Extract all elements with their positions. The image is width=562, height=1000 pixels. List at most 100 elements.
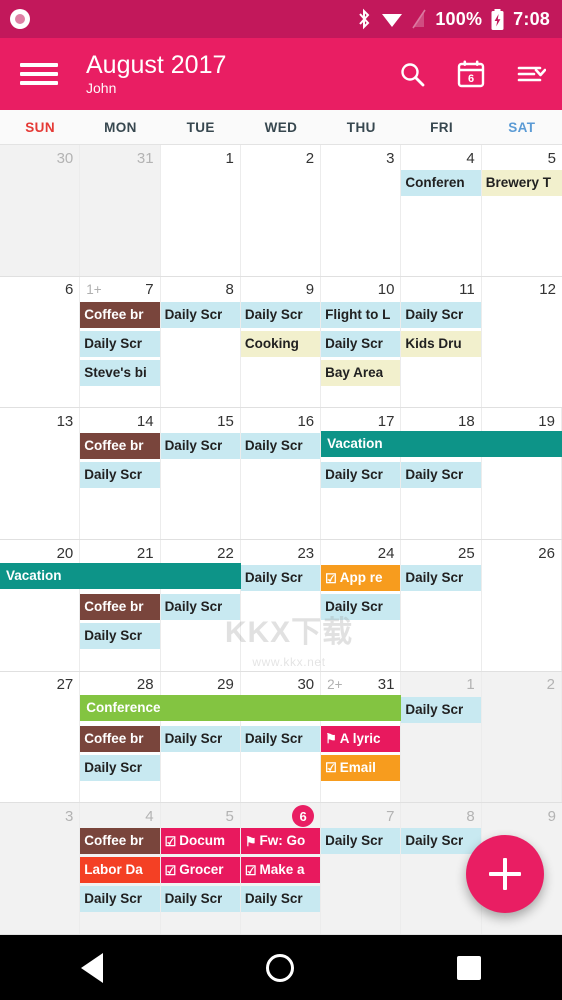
event-chip[interactable]: Daily Scr: [401, 462, 481, 489]
event-chip[interactable]: Daily Scr: [80, 754, 160, 781]
day-cell[interactable]: 11 Daily Scr Kids Dru: [401, 276, 482, 408]
search-icon[interactable]: [398, 60, 426, 88]
day-cell[interactable]: 12: [482, 277, 562, 408]
event-chip[interactable]: Daily Scr: [321, 330, 401, 357]
event-chip[interactable]: Daily Scr: [160, 301, 240, 328]
day-cell[interactable]: 17 Daily Scr: [321, 408, 402, 539]
day-cell[interactable]: 5 Brewery T: [481, 145, 562, 276]
multi-day-event-bar[interactable]: Vacation: [321, 431, 562, 458]
day-cell[interactable]: 1+ 7 Coffee br Daily Scr Steve's bi: [80, 276, 161, 408]
day-cell[interactable]: 18 Daily Scr: [401, 408, 482, 539]
day-cell[interactable]: 5 ☑ Docum ☑ Grocer Daily Scr: [160, 803, 241, 934]
event-chip[interactable]: Conferen: [401, 170, 481, 196]
day-cell[interactable]: 24 ☑ App re Daily Scr: [321, 540, 402, 671]
day-cell[interactable]: 4 Coffee br Labor Da Daily Scr: [80, 803, 161, 934]
event-chip[interactable]: Daily Scr: [240, 565, 321, 591]
day-cell[interactable]: 14 Coffee br Daily Scr: [80, 408, 161, 539]
event-chip[interactable]: Kids Dru: [401, 330, 481, 357]
day-cell[interactable]: 1 Daily Scr: [401, 671, 482, 803]
day-cell[interactable]: 2+ 31 ⚑ A lyric ☑ Email: [321, 671, 402, 803]
day-cell[interactable]: 15 Daily Scr: [160, 408, 241, 539]
day-cell[interactable]: 31: [80, 145, 161, 276]
day-cell[interactable]: 29 Daily Scr: [160, 671, 241, 803]
day-cell[interactable]: 21 Coffee br Daily Scr: [80, 540, 161, 671]
multi-day-event-bar[interactable]: Conference: [80, 694, 402, 721]
event-chip[interactable]: Flight to L: [321, 301, 401, 328]
event-chip[interactable]: Daily Scr: [321, 828, 401, 855]
day-cell[interactable]: 28 Coffee br Daily Scr: [80, 671, 161, 803]
day-cell[interactable]: 9 Daily Scr Cooking: [240, 276, 322, 408]
event-chip[interactable]: Coffee br: [80, 725, 160, 752]
home-icon[interactable]: [265, 953, 294, 982]
event-chip[interactable]: ☑ Make a: [240, 857, 321, 884]
day-cell[interactable]: 25 Daily Scr: [401, 540, 482, 671]
event-chip[interactable]: Daily Scr: [80, 623, 160, 649]
event-chip[interactable]: Daily Scr: [401, 301, 481, 328]
event-chip[interactable]: Bay Area: [321, 359, 401, 386]
event-chip[interactable]: ⚑ Fw: Go: [240, 828, 321, 855]
event-chip[interactable]: Daily Scr: [401, 696, 481, 723]
multi-day-event-bar[interactable]: Vacation: [0, 563, 241, 589]
day-cell[interactable]: 30: [0, 145, 81, 276]
event-chip[interactable]: Coffee br: [80, 301, 160, 328]
event-chip[interactable]: Coffee br: [80, 828, 160, 855]
event-chip[interactable]: Cooking: [240, 330, 321, 357]
day-cell[interactable]: 27: [0, 671, 81, 803]
event-chip[interactable]: ☑ Grocer: [160, 857, 240, 884]
event-chip[interactable]: Daily Scr: [240, 301, 321, 328]
recents-icon[interactable]: [456, 955, 481, 980]
event-chip[interactable]: Daily Scr: [160, 886, 240, 913]
day-cell[interactable]: 8 Daily Scr: [160, 276, 241, 408]
day-cell[interactable]: 3: [0, 803, 81, 934]
day-cell[interactable]: 3: [321, 145, 402, 276]
back-icon[interactable]: [81, 952, 104, 983]
event-chip[interactable]: Coffee br: [80, 433, 160, 460]
event-chip[interactable]: Daily Scr: [80, 886, 160, 913]
event-chip[interactable]: Daily Scr: [160, 594, 240, 620]
day-cell[interactable]: 2: [481, 671, 562, 803]
day-number: 2: [305, 149, 315, 167]
day-cell[interactable]: 26: [482, 540, 562, 671]
more-events-badge[interactable]: 1+: [86, 282, 101, 297]
day-cell[interactable]: 7 Daily Scr: [321, 803, 402, 934]
day-cell[interactable]: 20: [0, 540, 81, 671]
day-cell[interactable]: 22 Daily Scr: [160, 540, 241, 671]
event-chip[interactable]: Daily Scr: [321, 462, 401, 489]
sort-filter-icon[interactable]: [516, 62, 546, 86]
checkbox-icon: ☑: [164, 862, 177, 878]
event-chip[interactable]: Daily Scr: [160, 725, 240, 752]
event-chip[interactable]: Daily Scr: [401, 565, 481, 591]
day-cell[interactable]: 19: [482, 408, 562, 539]
day-cell[interactable]: 23 Daily Scr: [240, 540, 322, 671]
event-chip[interactable]: Daily Scr: [321, 594, 401, 620]
event-chip[interactable]: Daily Scr: [240, 725, 321, 752]
day-cell[interactable]: 1: [161, 145, 241, 276]
day-cell[interactable]: 30 Daily Scr: [240, 671, 322, 803]
today-calendar-icon[interactable]: 6: [456, 59, 486, 89]
event-chip[interactable]: Daily Scr: [80, 330, 160, 357]
calendar-grid[interactable]: 30 31 1 2 3 4 Conferen 5 Brewery T 6 1+ 7 Coffee br D…: [0, 145, 562, 935]
event-chip[interactable]: Daily Scr: [240, 886, 321, 913]
event-chip[interactable]: Coffee br: [80, 594, 160, 620]
event-chip[interactable]: Labor Da: [80, 857, 160, 884]
event-chip[interactable]: Daily Scr: [80, 462, 160, 489]
day-cell[interactable]: 16 Daily Scr: [240, 408, 322, 539]
day-cell[interactable]: 13: [0, 408, 81, 539]
event-chip[interactable]: Daily Scr: [401, 828, 481, 855]
event-chip[interactable]: ☑ Docum: [160, 828, 240, 855]
event-chip[interactable]: ⚑ A lyric: [321, 725, 401, 752]
event-chip[interactable]: Daily Scr: [160, 433, 240, 460]
more-events-badge[interactable]: 2+: [327, 677, 342, 692]
event-chip[interactable]: Steve's bi: [80, 359, 160, 386]
add-event-fab[interactable]: [466, 835, 544, 913]
day-cell[interactable]: 6: [0, 276, 81, 408]
day-cell[interactable]: 6 ⚑ Fw: Go ☑ Make a Daily Scr: [240, 803, 322, 934]
event-chip[interactable]: ☑ Email: [321, 754, 401, 781]
event-chip[interactable]: ☑ App re: [321, 565, 401, 591]
event-chip[interactable]: Daily Scr: [240, 433, 321, 460]
day-cell[interactable]: 2: [241, 145, 322, 276]
day-cell[interactable]: 4 Conferen: [401, 145, 482, 276]
event-chip[interactable]: Brewery T: [481, 170, 562, 196]
day-cell[interactable]: 10 Flight to L Daily Scr Bay Area: [321, 276, 402, 408]
hamburger-icon[interactable]: [20, 59, 58, 89]
